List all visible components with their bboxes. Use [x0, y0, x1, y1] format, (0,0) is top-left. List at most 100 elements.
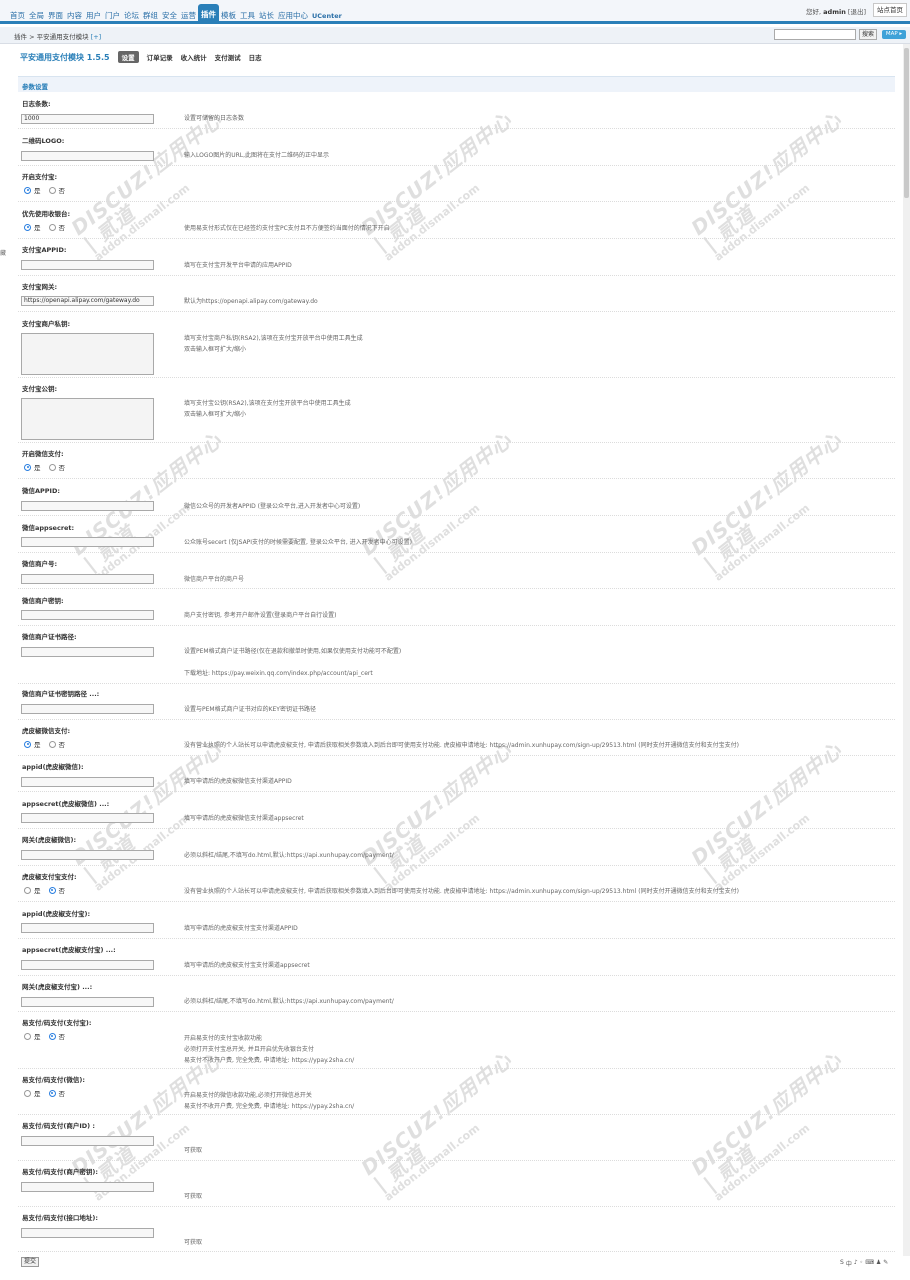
wechat-appid-input[interactable]	[21, 501, 154, 511]
wechat-cert-key-path-input[interactable]	[21, 704, 154, 714]
field-label: 易支付/码支付(接口地址):	[22, 1214, 98, 1222]
wechat-merchant-id-input[interactable]	[21, 574, 154, 584]
add-shortcut-link[interactable]: [+]	[91, 33, 102, 41]
watermark: DISCUZ!应用中心 | 贰道addon.dismall.com	[687, 736, 862, 894]
radio-yes[interactable]	[24, 223, 31, 231]
radio-yes[interactable]	[24, 740, 31, 748]
alipay-appid-input[interactable]	[21, 260, 154, 270]
radio-no[interactable]	[48, 1032, 56, 1040]
alipay-public-key-textarea[interactable]	[21, 398, 154, 440]
watermark-line2: addon.dismall.com	[711, 1121, 813, 1204]
radio-no[interactable]	[48, 463, 56, 471]
nav-templates[interactable]: 模板	[219, 8, 238, 24]
scrollbar-track[interactable]	[903, 44, 910, 1256]
xunhu-wechat-appsecret-input[interactable]	[21, 813, 154, 823]
wechat-cert-path-input[interactable]	[21, 647, 154, 657]
nav-app-center[interactable]: 应用中心	[276, 8, 310, 24]
radio-no[interactable]	[48, 740, 56, 748]
field-comment: 易支付不收开户费, 完全免费, 申请地址: https://ypay.2sha.…	[184, 1103, 355, 1110]
xunhu-alipay-gateway-input[interactable]	[21, 997, 154, 1007]
site-home-button[interactable]: 站点首页	[873, 3, 907, 17]
scrollbar-thumb[interactable]	[904, 48, 909, 198]
xunhu-wechat-appid-input[interactable]	[21, 777, 154, 787]
tab-orders[interactable]: 订单记录	[147, 52, 173, 62]
ime-keyboard-icon[interactable]: ⌨	[865, 1259, 874, 1268]
search-input[interactable]	[774, 29, 856, 40]
divider	[18, 238, 895, 239]
logout-link[interactable]: [退出]	[848, 8, 866, 16]
nav-webmaster[interactable]: 站长	[257, 8, 276, 24]
nav-global[interactable]: 全局	[27, 8, 46, 24]
radio-no[interactable]	[48, 1089, 56, 1097]
cashier-radio-group: 是否	[24, 223, 73, 232]
nav-content[interactable]: 内容	[65, 8, 84, 24]
user-info: 您好, admin [退出]	[806, 6, 866, 16]
nav-groups[interactable]: 群组	[141, 8, 160, 24]
nav-portal[interactable]: 门户	[103, 8, 122, 24]
tab-logs[interactable]: 日志	[249, 52, 262, 62]
search-button[interactable]: 搜索	[859, 29, 877, 40]
watermark-line2: addon.dismall.com	[711, 501, 813, 584]
field-label: appsecret(虎皮椒支付宝) ...:	[22, 946, 116, 954]
nav-plugins[interactable]: 插件	[198, 4, 219, 24]
xunhu-alipay-appid-input[interactable]	[21, 923, 154, 933]
ime-language-icon[interactable]: 中	[846, 1259, 852, 1268]
divider	[18, 791, 895, 792]
ime-user-icon[interactable]: ♟	[876, 1259, 881, 1268]
nav-ucenter[interactable]: UCenter	[310, 8, 344, 24]
xunhu-alipay-appsecret-input[interactable]	[21, 960, 154, 970]
nav-home[interactable]: 首页	[8, 8, 27, 24]
wechat-merchant-key-input[interactable]	[21, 610, 154, 620]
map-button[interactable]: MAP ▸	[882, 30, 906, 39]
field-label: 虎皮椒微信支付:	[22, 727, 71, 735]
epay-merchant-key-input[interactable]	[21, 1182, 154, 1192]
xunhu-wechat-radio-group: 是否	[24, 740, 73, 749]
radio-no[interactable]	[48, 223, 56, 231]
epay-merchant-id-input[interactable]	[21, 1136, 154, 1146]
field-comment: 填写申请后的虎皮椒支付宝支付渠道APPID	[184, 925, 298, 932]
submit-button[interactable]: 提交	[21, 1257, 39, 1267]
log-count-input[interactable]: 1000	[21, 114, 154, 124]
alipay-gateway-input[interactable]: https://openapi.alipay.com/gateway.do	[21, 296, 154, 306]
tab-pay-test[interactable]: 支付测试	[215, 52, 241, 62]
nav-tools[interactable]: 工具	[238, 8, 257, 24]
watermark-line2: addon.dismall.com	[381, 811, 483, 894]
alipay-private-key-textarea[interactable]	[21, 333, 154, 375]
tab-income[interactable]: 收入统计	[181, 52, 207, 62]
radio-yes[interactable]	[24, 1032, 31, 1040]
radio-label: 否	[58, 224, 66, 232]
radio-no[interactable]	[48, 186, 56, 194]
field-label: 支付宝APPID:	[22, 246, 67, 254]
radio-no[interactable]	[48, 886, 56, 894]
radio-yes[interactable]	[24, 186, 31, 194]
field-comment: 默认为https://openapi.alipay.com/gateway.do	[184, 298, 318, 305]
qr-logo-input[interactable]	[21, 151, 154, 161]
field-label: appsecret(虎皮椒微信) ...:	[22, 800, 110, 808]
epay-api-url-input[interactable]	[21, 1228, 154, 1238]
field-label: 易支付/码支付(微信):	[22, 1076, 85, 1084]
ime-logo-icon[interactable]: S	[840, 1259, 844, 1268]
divider	[18, 1011, 895, 1012]
wechat-appsecret-input[interactable]	[21, 537, 154, 547]
ime-moon-icon[interactable]: ♪	[854, 1259, 858, 1268]
field-label: 日志条数:	[22, 100, 51, 108]
radio-yes[interactable]	[24, 463, 31, 471]
radio-yes[interactable]	[24, 1089, 31, 1097]
ime-punctuation-icon[interactable]: ◦	[860, 1259, 864, 1268]
radio-label: 是	[34, 741, 41, 749]
nav-security[interactable]: 安全	[160, 8, 179, 24]
radio-yes[interactable]	[24, 886, 31, 894]
nav-operation[interactable]: 运营	[179, 8, 198, 24]
ime-settings-icon[interactable]: ✎	[883, 1259, 888, 1268]
nav-users[interactable]: 用户	[84, 8, 103, 24]
xunhu-wechat-gateway-input[interactable]	[21, 850, 154, 860]
tab-settings[interactable]: 设置	[117, 51, 139, 63]
watermark-line2: addon.dismall.com	[91, 501, 193, 584]
nav-interface[interactable]: 界面	[46, 8, 65, 24]
divider	[18, 683, 895, 684]
field-label: 微信商户证书密钥路径 ...:	[22, 690, 100, 698]
radio-label: 否	[58, 464, 66, 472]
field-label: 支付宝商户私钥:	[22, 320, 71, 328]
nav-forum[interactable]: 论坛	[122, 8, 141, 24]
field-comment: 填写申请后的虎皮椒微信支付渠道APPID	[184, 778, 292, 785]
